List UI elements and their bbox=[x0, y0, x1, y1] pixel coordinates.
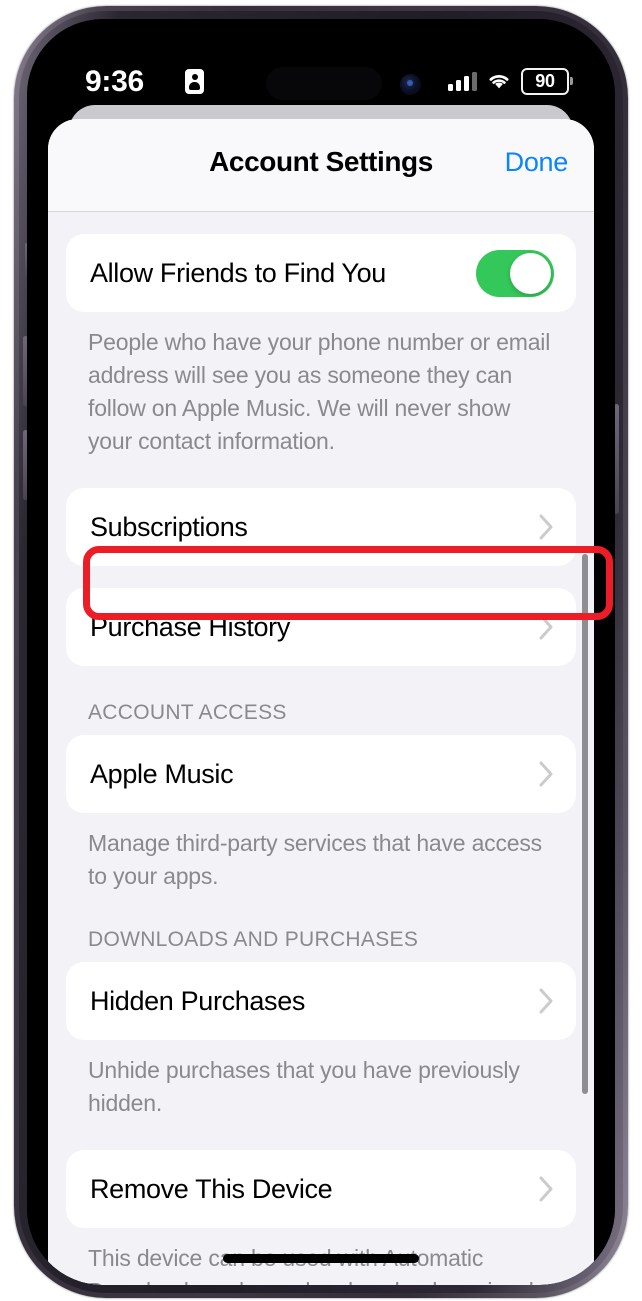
remove-device-group: Remove This Device bbox=[66, 1150, 576, 1228]
subscriptions-label: Subscriptions bbox=[90, 511, 248, 542]
remove-device-label: Remove This Device bbox=[90, 1173, 333, 1204]
vertical-scrollbar[interactable] bbox=[582, 554, 588, 1094]
wifi-icon bbox=[489, 75, 509, 89]
allow-friends-toggle[interactable] bbox=[476, 249, 554, 297]
row-remove-device[interactable]: Remove This Device bbox=[66, 1150, 576, 1228]
account-settings-sheet: Account Settings Done Allow Friends to F… bbox=[48, 119, 594, 1285]
battery-percentage: 90 bbox=[535, 71, 555, 91]
hidden-purchases-label: Hidden Purchases bbox=[90, 985, 306, 1016]
hidden-purchases-footer: Unhide purchases that you have previousl… bbox=[88, 1057, 520, 1116]
row-subscriptions[interactable]: Subscriptions bbox=[66, 488, 576, 566]
purchase-history-group: Purchase History bbox=[66, 588, 576, 666]
account-access-header: ACCOUNT ACCESS bbox=[88, 701, 287, 724]
remove-device-footer: This device can be used with Automatic D… bbox=[88, 1245, 545, 1285]
account-access-footer: Manage third-party services that have ac… bbox=[88, 830, 542, 889]
allow-friends-group: Allow Friends to Find You bbox=[66, 234, 576, 312]
home-indicator[interactable] bbox=[223, 1254, 419, 1263]
chevron-right-icon bbox=[539, 514, 554, 540]
iphone-screen: 9:36 90 Account Settings Done Allow Frie… bbox=[27, 19, 615, 1285]
status-bar: 9:36 90 bbox=[27, 19, 615, 111]
chevron-right-icon bbox=[539, 614, 554, 640]
allow-friends-label: Allow Friends to Find You bbox=[90, 257, 386, 288]
front-camera-icon bbox=[400, 74, 421, 95]
screen-bezel: 9:36 90 Account Settings Done Allow Frie… bbox=[27, 19, 615, 1285]
chevron-right-icon bbox=[539, 988, 554, 1014]
person-card-icon bbox=[185, 69, 204, 94]
dynamic-island bbox=[266, 67, 382, 100]
hidden-purchases-group: Hidden Purchases bbox=[66, 962, 576, 1040]
done-button[interactable]: Done bbox=[505, 147, 569, 178]
apple-music-label: Apple Music bbox=[90, 758, 234, 789]
row-apple-music[interactable]: Apple Music bbox=[66, 735, 576, 813]
account-access-group: Apple Music bbox=[66, 735, 576, 813]
sheet-nav-bar: Account Settings Done bbox=[48, 119, 594, 212]
allow-friends-footer: People who have your phone number or ema… bbox=[88, 329, 551, 454]
row-purchase-history[interactable]: Purchase History bbox=[66, 588, 576, 666]
subscriptions-group: Subscriptions bbox=[66, 488, 576, 566]
row-allow-friends[interactable]: Allow Friends to Find You bbox=[66, 234, 576, 312]
battery-icon: 90 bbox=[521, 67, 573, 95]
cellular-signal-icon bbox=[448, 71, 477, 91]
chevron-right-icon bbox=[539, 761, 554, 787]
toggle-knob bbox=[510, 252, 551, 294]
status-bar-indicators: 90 bbox=[448, 66, 573, 96]
settings-scroll-area[interactable]: Allow Friends to Find You People who hav… bbox=[48, 212, 594, 1285]
purchase-history-label: Purchase History bbox=[90, 611, 290, 642]
downloads-purchases-header: DOWNLOADS AND PURCHASES bbox=[88, 928, 419, 951]
row-hidden-purchases[interactable]: Hidden Purchases bbox=[66, 962, 576, 1040]
iphone-device-frame: 9:36 90 Account Settings Done Allow Frie… bbox=[14, 6, 628, 1298]
status-bar-clock: 9:36 bbox=[85, 65, 144, 98]
chevron-right-icon bbox=[539, 1176, 554, 1202]
